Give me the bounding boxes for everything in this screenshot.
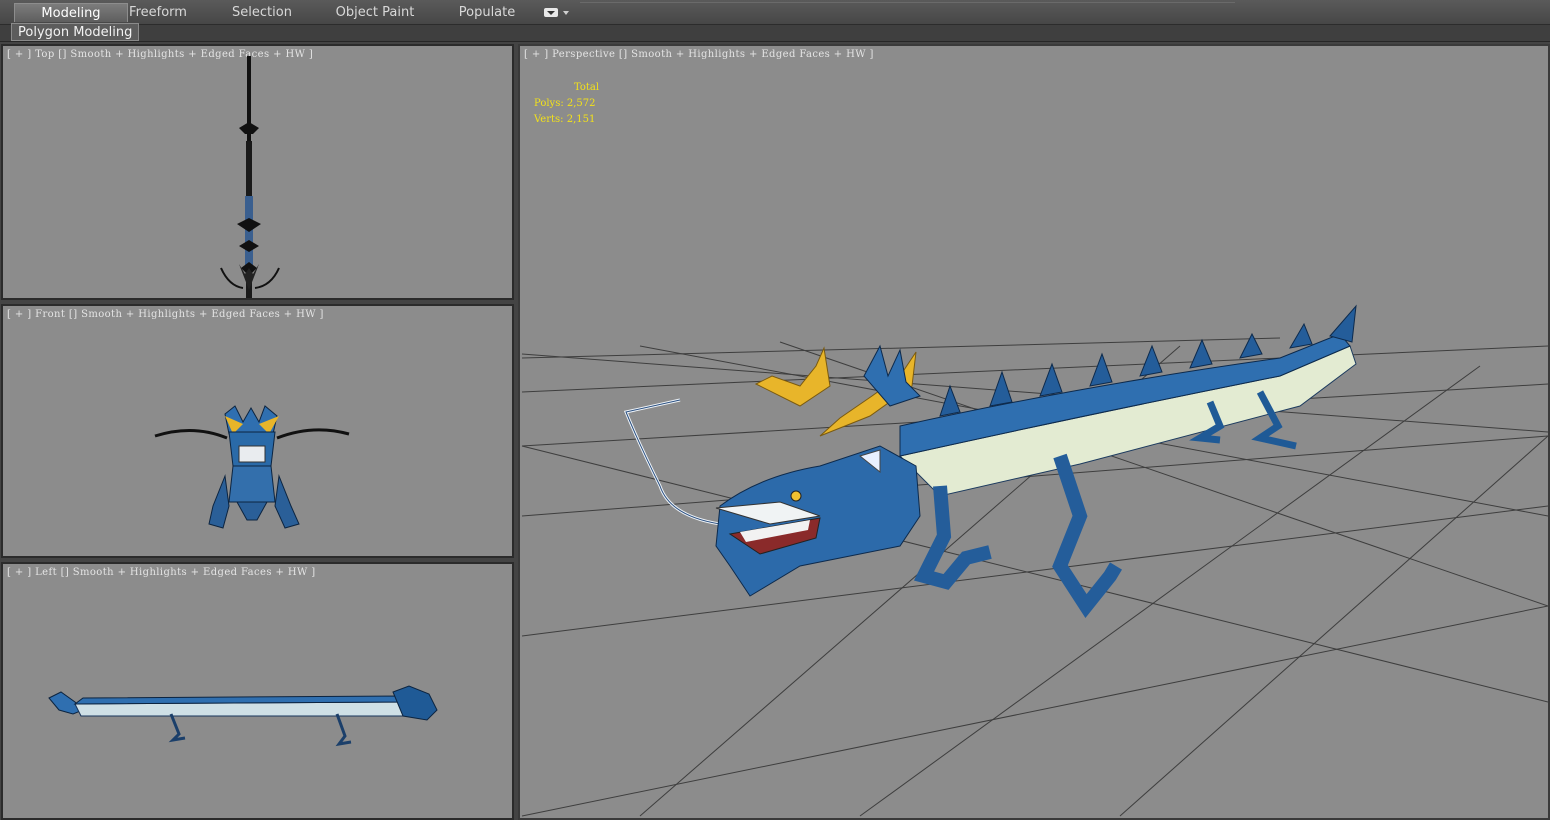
- dragon-front-view: [154, 405, 350, 529]
- tab-modeling[interactable]: Modeling: [14, 3, 128, 22]
- dragon-top-view: [220, 56, 280, 298]
- ribbon-tab-bar: Modeling Freeform Selection Object Paint…: [0, 0, 1550, 25]
- ribbon-panel-bar: [0, 25, 1550, 42]
- viewport-perspective[interactable]: [ + ] Perspective [] Smooth + Highlights…: [518, 44, 1550, 820]
- dragon-model: [623, 304, 1357, 618]
- tab-populate[interactable]: Populate: [446, 3, 528, 22]
- dragon-left-view: [48, 685, 438, 747]
- viewport-top[interactable]: [ + ] Top [] Smooth + Highlights + Edged…: [1, 44, 514, 300]
- viewport-front[interactable]: [ + ] Front [] Smooth + Highlights + Edg…: [1, 304, 514, 558]
- ribbon-dropdown-button[interactable]: [544, 7, 570, 19]
- viewport-left[interactable]: [ + ] Left [] Smooth + Highlights + Edge…: [1, 562, 514, 820]
- tab-object-paint[interactable]: Object Paint: [326, 3, 424, 22]
- tab-selection[interactable]: Selection: [218, 3, 306, 22]
- chevron-down-icon: [563, 11, 569, 15]
- ribbon-divider: [580, 2, 1235, 3]
- perspective-scene: [521, 304, 1548, 817]
- polygon-modeling-panel-button[interactable]: Polygon Modeling: [11, 23, 140, 41]
- tab-freeform[interactable]: Freeform: [112, 3, 204, 22]
- dropdown-menu-icon: [544, 8, 558, 17]
